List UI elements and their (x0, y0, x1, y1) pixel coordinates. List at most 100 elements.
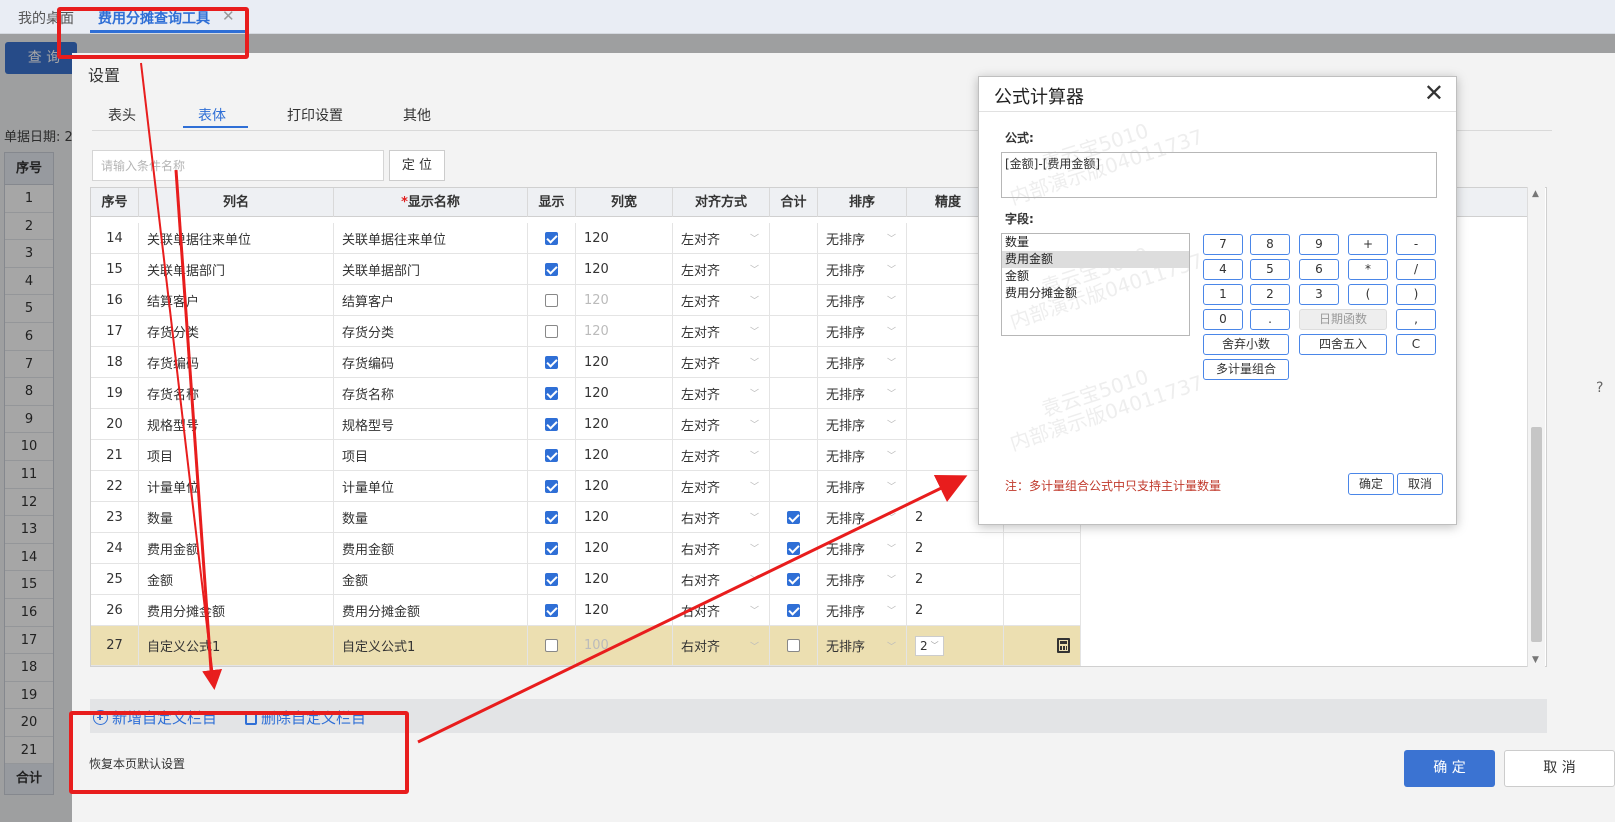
sort-select[interactable]: 无排序 ﹀ (818, 285, 907, 315)
keypad-key[interactable]: ) (1396, 284, 1436, 305)
field-item[interactable]: 费用金额 (1002, 251, 1189, 268)
width-field[interactable]: 120 (576, 347, 673, 377)
width-field[interactable]: 100 (576, 626, 673, 665)
align-select[interactable]: 右对齐 ﹀ (673, 595, 770, 625)
sort-select[interactable]: 无排序 ﹀ (818, 316, 907, 346)
confirm-button[interactable]: 确 定 (1404, 750, 1495, 787)
formula-input[interactable]: [金额]-[费用金额] (1001, 152, 1437, 198)
sort-select[interactable]: 无排序 ﹀ (818, 378, 907, 408)
sum-checkbox[interactable] (787, 572, 800, 586)
align-select[interactable]: 左对齐 ﹀ (673, 471, 770, 501)
table-row[interactable]: 15 关联单据部门 关联单据部门 120 左对齐 ﹀ 无排序 ﹀ (91, 254, 1081, 285)
keypad-key[interactable]: 0 (1203, 309, 1243, 330)
sort-select[interactable]: 无排序 ﹀ (818, 595, 907, 625)
display-name-field[interactable]: 存货名称 (334, 378, 528, 408)
align-select[interactable]: 左对齐 ﹀ (673, 316, 770, 346)
width-field[interactable]: 120 (576, 502, 673, 532)
precision-field[interactable]: 2 (907, 595, 1004, 625)
keypad-key[interactable]: 2 (1250, 284, 1290, 305)
vertical-scrollbar[interactable]: ▲ ▼ (1527, 187, 1545, 667)
show-checkbox[interactable] (545, 603, 558, 617)
keypad-key[interactable]: 1 (1203, 284, 1243, 305)
display-name-field[interactable]: 规格型号 (334, 409, 528, 439)
table-row[interactable]: 23 数量 数量 120 右对齐 ﹀ 无排序 ﹀ 2 (91, 502, 1081, 533)
cancel-button[interactable]: 取 消 (1504, 750, 1615, 787)
width-field[interactable]: 120 (576, 316, 673, 346)
sort-select[interactable]: 无排序 ﹀ (818, 626, 907, 665)
precision-field[interactable]: 2 (907, 533, 1004, 563)
tab-print-settings[interactable]: 打印设置 (287, 105, 343, 125)
multi-unit-button[interactable]: 多计量组合 (1203, 359, 1289, 380)
precision-select[interactable]: 2 ﹀ (915, 635, 944, 656)
field-item[interactable]: 费用分摊金额 (1002, 285, 1189, 302)
align-select[interactable]: 右对齐 ﹀ (673, 502, 770, 532)
sort-select[interactable]: 无排序 ﹀ (818, 254, 907, 284)
sort-select[interactable]: 无排序 ﹀ (818, 564, 907, 594)
table-row[interactable]: 22 计量单位 计量单位 120 左对齐 ﹀ 无排序 ﹀ (91, 471, 1081, 502)
width-field[interactable]: 120 (576, 285, 673, 315)
field-item[interactable]: 金额 (1002, 268, 1189, 285)
keypad-key[interactable]: 6 (1299, 259, 1339, 280)
show-checkbox[interactable] (545, 417, 558, 431)
search-input[interactable] (92, 150, 384, 181)
precision-field[interactable]: 2 (907, 564, 1004, 594)
tab-body[interactable]: 表体 (198, 105, 226, 125)
keypad-key[interactable]: 5 (1250, 259, 1290, 280)
width-field[interactable]: 120 (576, 378, 673, 408)
display-name-field[interactable]: 数量 (334, 502, 528, 532)
calculator-ok-button[interactable]: 确定 (1348, 473, 1394, 495)
display-name-field[interactable]: 计量单位 (334, 471, 528, 501)
width-field[interactable]: 120 (576, 564, 673, 594)
comma-key[interactable]: , (1396, 309, 1436, 330)
align-select[interactable]: 右对齐 ﹀ (673, 533, 770, 563)
round-button[interactable]: 四舍五入 (1299, 334, 1387, 355)
fields-list[interactable]: 数量 费用金额 金额 费用分摊金额 (1001, 233, 1190, 336)
display-name-field[interactable]: 关联单据往来单位 (334, 223, 528, 253)
width-field[interactable]: 120 (576, 223, 673, 253)
display-name-field[interactable]: 关联单据部门 (334, 254, 528, 284)
table-row[interactable]: 17 存货分类 存货分类 120 左对齐 ﹀ 无排序 ﹀ (91, 316, 1081, 347)
keypad-key[interactable]: * (1348, 259, 1388, 280)
align-select[interactable]: 右对齐 ﹀ (673, 564, 770, 594)
sort-select[interactable]: 无排序 ﹀ (818, 347, 907, 377)
sum-checkbox[interactable] (787, 510, 800, 524)
table-row[interactable]: 18 存货编码 存货编码 120 左对齐 ﹀ 无排序 ﹀ (91, 347, 1081, 378)
keypad-key[interactable]: ( (1348, 284, 1388, 305)
show-checkbox[interactable] (545, 355, 558, 369)
close-icon[interactable]: ✕ (1424, 79, 1444, 107)
sort-select[interactable]: 无排序 ﹀ (818, 440, 907, 470)
align-select[interactable]: 左对齐 ﹀ (673, 378, 770, 408)
precision-field[interactable]: 2 ﹀ (907, 626, 1004, 665)
sort-select[interactable]: 无排序 ﹀ (818, 409, 907, 439)
sort-select[interactable]: 无排序 ﹀ (818, 223, 907, 253)
show-checkbox[interactable] (545, 324, 558, 338)
width-field[interactable]: 120 (576, 595, 673, 625)
sort-select[interactable]: 无排序 ﹀ (818, 502, 907, 532)
keypad-key[interactable]: 8 (1250, 234, 1290, 255)
keypad-key[interactable]: . (1250, 309, 1290, 330)
display-name-field[interactable]: 项目 (334, 440, 528, 470)
sum-checkbox[interactable] (787, 603, 800, 617)
calculator-icon[interactable] (1057, 638, 1070, 653)
align-select[interactable]: 左对齐 ﹀ (673, 254, 770, 284)
table-row[interactable]: 24 费用金额 费用金额 120 右对齐 ﹀ 无排序 ﹀ 2 (91, 533, 1081, 564)
table-row[interactable]: 21 项目 项目 120 左对齐 ﹀ 无排序 ﹀ (91, 440, 1081, 471)
scroll-thumb[interactable] (1531, 427, 1542, 642)
keypad-key[interactable]: / (1396, 259, 1436, 280)
show-checkbox[interactable] (545, 231, 558, 245)
sort-select[interactable]: 无排序 ﹀ (818, 471, 907, 501)
width-field[interactable]: 120 (576, 409, 673, 439)
display-name-field[interactable]: 费用分摊金额 (334, 595, 528, 625)
table-row[interactable]: 26 费用分摊金额 费用分摊金额 120 右对齐 ﹀ 无排序 ﹀ 2 (91, 595, 1081, 626)
show-checkbox[interactable] (545, 639, 558, 652)
sum-checkbox[interactable] (787, 639, 800, 652)
table-row[interactable]: 25 金额 金额 120 右对齐 ﹀ 无排序 ﹀ 2 (91, 564, 1081, 595)
width-field[interactable]: 120 (576, 440, 673, 470)
keypad-key[interactable]: 3 (1299, 284, 1339, 305)
display-name-field[interactable]: 费用金额 (334, 533, 528, 563)
align-select[interactable]: 左对齐 ﹀ (673, 347, 770, 377)
keypad-key[interactable]: - (1396, 234, 1436, 255)
sort-select[interactable]: 无排序 ﹀ (818, 533, 907, 563)
show-checkbox[interactable] (545, 448, 558, 462)
keypad-key[interactable]: 9 (1299, 234, 1339, 255)
